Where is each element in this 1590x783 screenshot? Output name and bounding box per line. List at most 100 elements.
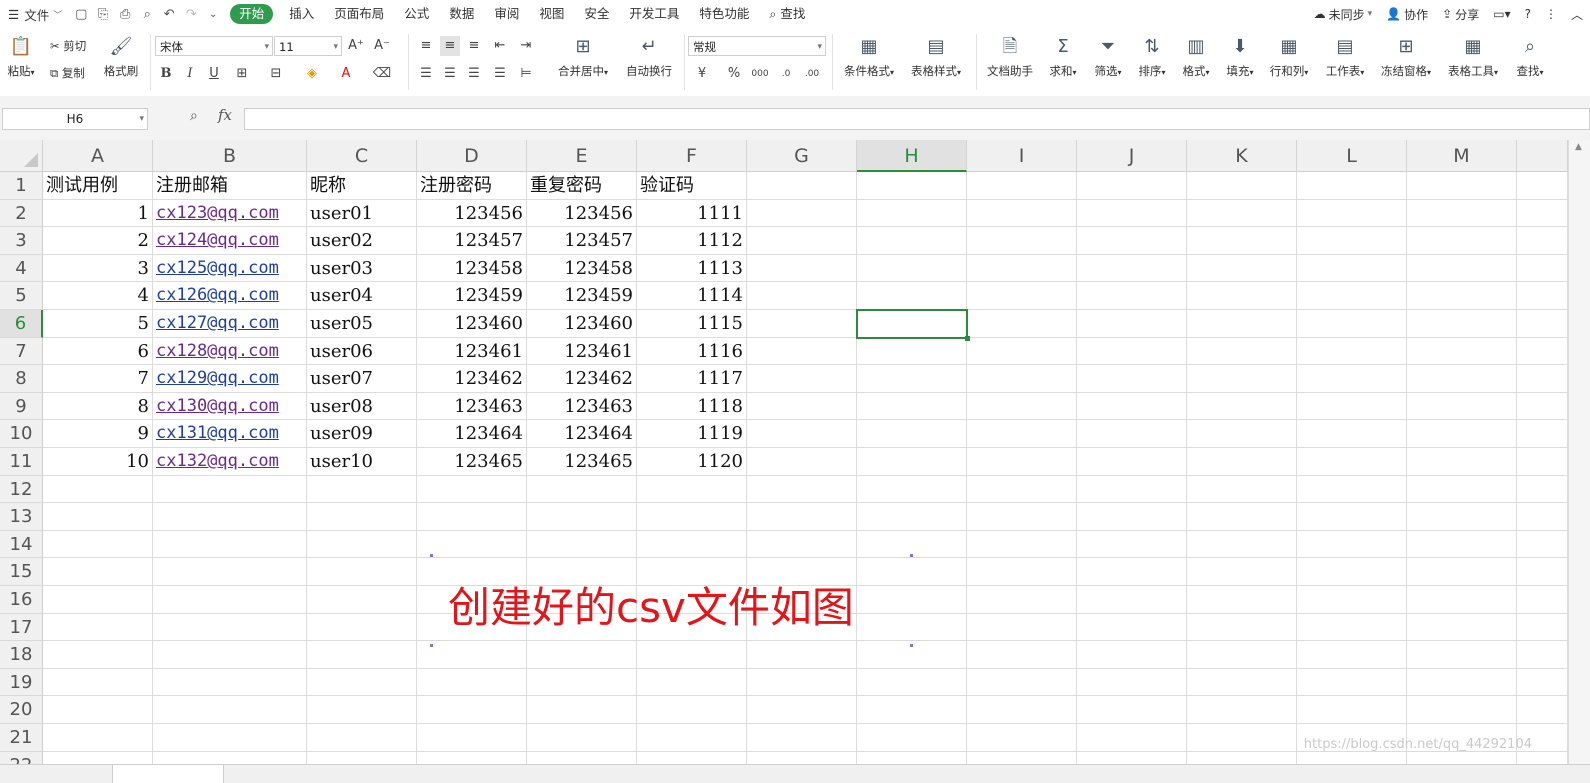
cell[interactable] (153, 668, 307, 697)
data-cell[interactable]: 8 (43, 392, 153, 421)
data-cell[interactable]: 123460 (527, 310, 637, 338)
cell[interactable] (1187, 172, 1297, 200)
cell[interactable] (1297, 475, 1407, 504)
row-header-2[interactable]: 2 (0, 199, 43, 228)
cell[interactable] (967, 641, 1077, 669)
data-cell[interactable]: 1 (43, 199, 153, 228)
cell[interactable] (1077, 254, 1187, 283)
data-cell[interactable]: 123460 (417, 310, 527, 338)
cell[interactable] (307, 475, 417, 504)
cell[interactable] (1077, 613, 1187, 642)
data-cell[interactable]: 1118 (637, 392, 747, 421)
cell[interactable] (1077, 172, 1187, 200)
cell[interactable] (527, 751, 637, 764)
cell[interactable] (1407, 420, 1517, 448)
cell[interactable] (1187, 503, 1297, 531)
row-header-4[interactable]: 4 (0, 254, 43, 283)
cell[interactable] (747, 282, 857, 310)
cell[interactable] (43, 558, 153, 586)
cell[interactable] (1297, 641, 1407, 669)
header-cell[interactable]: 测试用例 (43, 172, 153, 200)
cell[interactable] (857, 448, 967, 476)
cell[interactable] (527, 696, 637, 724)
cell[interactable] (1187, 392, 1297, 421)
increase-decimal-icon[interactable]: .0 (776, 64, 796, 84)
cell[interactable] (967, 503, 1077, 531)
file-menu[interactable]: ☰ 文件 ﹀ (0, 5, 70, 24)
cell[interactable] (1297, 503, 1407, 531)
cell[interactable] (1297, 337, 1407, 366)
cell[interactable] (1077, 310, 1187, 338)
formula-input[interactable] (244, 108, 1590, 130)
worksheet-button[interactable]: ▤ 工作表▾ (1320, 34, 1370, 79)
align-right-icon[interactable]: ☰ (464, 64, 484, 84)
data-cell[interactable]: 123462 (417, 365, 527, 393)
justify-icon[interactable]: ☰ (490, 64, 510, 84)
data-cell[interactable]: 123457 (527, 227, 637, 255)
data-cell[interactable]: 123459 (417, 282, 527, 310)
cell[interactable] (43, 668, 153, 697)
cell[interactable] (967, 227, 1077, 255)
tab-view[interactable]: 视图 (529, 0, 574, 28)
align-left-icon[interactable]: ☰ (416, 64, 436, 84)
cell[interactable] (1297, 227, 1407, 255)
wrap-text-button[interactable]: ↵ 自动换行 (620, 34, 678, 79)
number-format-select[interactable]: 常规 (688, 36, 826, 57)
row-header-14[interactable]: 14 (0, 530, 43, 559)
cell[interactable] (857, 172, 967, 200)
table-style-button[interactable]: ▤ 表格样式▾ (904, 34, 968, 79)
row-header-13[interactable]: 13 (0, 503, 43, 531)
cell[interactable] (1517, 392, 1568, 421)
row-header-5[interactable]: 5 (0, 282, 43, 310)
cell[interactable] (1407, 558, 1517, 586)
cell[interactable] (307, 586, 417, 614)
cell[interactable] (1077, 199, 1187, 228)
cell[interactable] (747, 365, 857, 393)
tab-page-layout[interactable]: 页面布局 (324, 0, 394, 28)
find-button[interactable]: ⌕ 查找▾ (1508, 34, 1552, 79)
row-header-22[interactable]: 22 (0, 751, 43, 764)
column-header-m[interactable]: M (1407, 140, 1517, 172)
column-header-d[interactable]: D (417, 140, 527, 172)
cell[interactable] (1077, 337, 1187, 366)
cell[interactable] (1407, 586, 1517, 614)
cell[interactable] (1187, 668, 1297, 697)
data-cell[interactable]: 123462 (527, 365, 637, 393)
cell[interactable] (857, 696, 967, 724)
cell[interactable] (1407, 365, 1517, 393)
cell[interactable] (1077, 448, 1187, 476)
cell[interactable] (1187, 199, 1297, 228)
cell[interactable] (1517, 420, 1568, 448)
cell[interactable] (1407, 392, 1517, 421)
cell[interactable] (857, 227, 967, 255)
align-middle-icon[interactable]: ≡ (440, 36, 460, 56)
data-cell[interactable]: 123456 (527, 199, 637, 228)
cell[interactable] (967, 448, 1077, 476)
customize-chevron-icon[interactable]: ⌄ (202, 0, 224, 28)
row-header-7[interactable]: 7 (0, 337, 43, 366)
cell[interactable] (43, 503, 153, 531)
cell[interactable] (1517, 475, 1568, 504)
undo-icon[interactable]: ↶ (158, 0, 180, 28)
tab-data[interactable]: 数据 (439, 0, 484, 28)
cell[interactable] (153, 724, 307, 752)
print-preview-icon[interactable]: ⌕ (136, 0, 158, 28)
cell[interactable] (747, 696, 857, 724)
cell[interactable] (637, 668, 747, 697)
cell[interactable] (1187, 420, 1297, 448)
header-cell[interactable]: 验证码 (637, 172, 747, 200)
cell[interactable] (967, 668, 1077, 697)
cell[interactable] (1297, 613, 1407, 642)
cell[interactable] (857, 420, 967, 448)
cell[interactable] (857, 392, 967, 421)
cell[interactable] (637, 503, 747, 531)
cell[interactable] (153, 586, 307, 614)
cell[interactable] (637, 641, 747, 669)
email-link[interactable]: cx127@qq.com (153, 310, 307, 338)
layout-switch-icon[interactable]: ▭▾ (1486, 7, 1517, 21)
cell[interactable] (967, 254, 1077, 283)
column-header-b[interactable]: B (153, 140, 307, 172)
sum-button[interactable]: Σ 求和▾ (1042, 34, 1084, 79)
cell[interactable] (1187, 586, 1297, 614)
help-icon[interactable]: ? (1518, 7, 1538, 21)
